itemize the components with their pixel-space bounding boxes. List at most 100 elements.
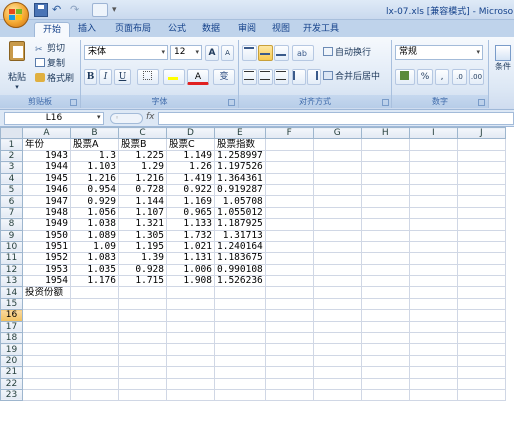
underline-button[interactable]: U [114, 69, 131, 85]
cell-j14[interactable] [456, 286, 506, 299]
cell-f4[interactable] [264, 172, 314, 185]
row-header[interactable]: 1 [0, 138, 23, 151]
cell-b11[interactable]: 1.083 [70, 252, 119, 265]
cell-f17[interactable] [264, 320, 314, 334]
row-header[interactable]: 14 [0, 286, 23, 299]
cell-g13[interactable] [312, 275, 362, 288]
cell-e18[interactable] [214, 332, 266, 345]
row-header[interactable]: 5 [0, 183, 23, 197]
cell-d8[interactable]: 1.133 [166, 218, 215, 231]
cell-f23[interactable] [264, 388, 314, 402]
cell-b12[interactable]: 1.035 [70, 263, 119, 277]
cell-c6[interactable]: 1.144 [118, 195, 167, 208]
cell-i14[interactable] [408, 286, 458, 299]
cell-i15[interactable] [408, 297, 458, 311]
name-box[interactable]: L16 [4, 112, 104, 125]
cell-i13[interactable] [408, 275, 458, 288]
cell-a11[interactable]: 1952 [22, 252, 71, 265]
cell-f9[interactable] [264, 229, 314, 242]
row-header[interactable]: 11 [0, 252, 23, 265]
cell-d20[interactable] [166, 354, 215, 368]
align-right-button[interactable] [274, 69, 289, 85]
cell-j2[interactable] [456, 149, 506, 163]
cell-e19[interactable] [214, 343, 266, 356]
cell-g6[interactable] [312, 195, 362, 208]
tab-view[interactable]: 视图 [266, 22, 296, 37]
cell-c9[interactable]: 1.305 [118, 229, 167, 242]
cell-e12[interactable]: 0.990108 [214, 263, 266, 277]
cell-e8[interactable]: 1.187925 [214, 218, 266, 231]
cell-a10[interactable]: 1951 [22, 240, 71, 254]
cell-e9[interactable]: 1.31713 [214, 229, 266, 242]
fill-color-button[interactable] [163, 69, 185, 85]
cell-a15[interactable] [22, 297, 71, 311]
chevron-down-icon[interactable]: ▾ [97, 113, 101, 121]
row-header[interactable]: 21 [0, 366, 23, 379]
cell-f11[interactable] [264, 252, 314, 265]
italic-button[interactable]: I [99, 69, 112, 85]
tab-review[interactable]: 审阅 [232, 22, 262, 37]
cell-b3[interactable]: 1.103 [70, 161, 119, 174]
cell-i4[interactable] [408, 172, 458, 185]
cell-b6[interactable]: 0.929 [70, 195, 119, 208]
cell-c4[interactable]: 1.216 [118, 172, 167, 185]
cell-a19[interactable] [22, 343, 71, 356]
cell-j11[interactable] [456, 252, 506, 265]
align-top-button[interactable] [242, 45, 257, 61]
cell-e17[interactable] [214, 320, 266, 334]
currency-button[interactable] [395, 69, 415, 85]
cell-j23[interactable] [456, 388, 506, 402]
row-header[interactable]: 6 [0, 195, 23, 208]
row-header[interactable]: 20 [0, 354, 23, 368]
cell-b13[interactable]: 1.176 [70, 275, 119, 288]
percent-button[interactable]: % [417, 69, 433, 85]
cell-c21[interactable] [118, 366, 167, 379]
cell-e5[interactable]: 0.919287 [214, 183, 266, 197]
cell-a21[interactable] [22, 366, 71, 379]
cell-j21[interactable] [456, 366, 506, 379]
row-header[interactable]: 23 [0, 388, 23, 402]
cell-b19[interactable] [70, 343, 119, 356]
cell-i8[interactable] [408, 218, 458, 231]
tab-data[interactable]: 数据 [196, 22, 226, 37]
cell-g21[interactable] [312, 366, 362, 379]
cell-i9[interactable] [408, 229, 458, 242]
cell-d21[interactable] [166, 366, 215, 379]
cell-h16[interactable] [360, 309, 410, 322]
cell-h23[interactable] [360, 388, 410, 402]
cell-e20[interactable] [214, 354, 266, 368]
cell-b23[interactable] [70, 388, 119, 402]
cell-j17[interactable] [456, 320, 506, 334]
cell-h22[interactable] [360, 377, 410, 391]
column-header-a[interactable]: A [22, 127, 71, 140]
font-size-combo[interactable]: 12 ▾ [170, 45, 202, 60]
cell-j20[interactable] [456, 354, 506, 368]
cell-j13[interactable] [456, 275, 506, 288]
cell-i7[interactable] [408, 206, 458, 220]
cell-d1[interactable]: 股票C [166, 138, 215, 151]
cell-b17[interactable] [70, 320, 119, 334]
cell-d7[interactable]: 0.965 [166, 206, 215, 220]
cell-f7[interactable] [264, 206, 314, 220]
cell-f12[interactable] [264, 263, 314, 277]
cell-g7[interactable] [312, 206, 362, 220]
paste-button[interactable]: 粘贴 ▾ [4, 41, 30, 91]
cell-a4[interactable]: 1945 [22, 172, 71, 185]
decrease-decimal-button[interactable]: .00 [469, 69, 484, 85]
cell-g16[interactable] [312, 309, 362, 322]
cell-a2[interactable]: 1943 [22, 149, 71, 163]
cell-d6[interactable]: 1.169 [166, 195, 215, 208]
cell-d9[interactable]: 1.732 [166, 229, 215, 242]
cell-b20[interactable] [70, 354, 119, 368]
cell-g9[interactable] [312, 229, 362, 242]
alignment-launcher-icon[interactable] [382, 99, 389, 106]
cell-i17[interactable] [408, 320, 458, 334]
insert-function-icon[interactable]: fx [146, 112, 155, 122]
cell-d5[interactable]: 0.922 [166, 183, 215, 197]
bold-button[interactable]: B [84, 69, 97, 85]
cell-j1[interactable] [456, 138, 506, 151]
cell-g15[interactable] [312, 297, 362, 311]
cell-d15[interactable] [166, 297, 215, 311]
cut-button[interactable]: ✂ 剪切 [34, 41, 74, 57]
redo-icon[interactable]: ↷ [70, 3, 84, 17]
